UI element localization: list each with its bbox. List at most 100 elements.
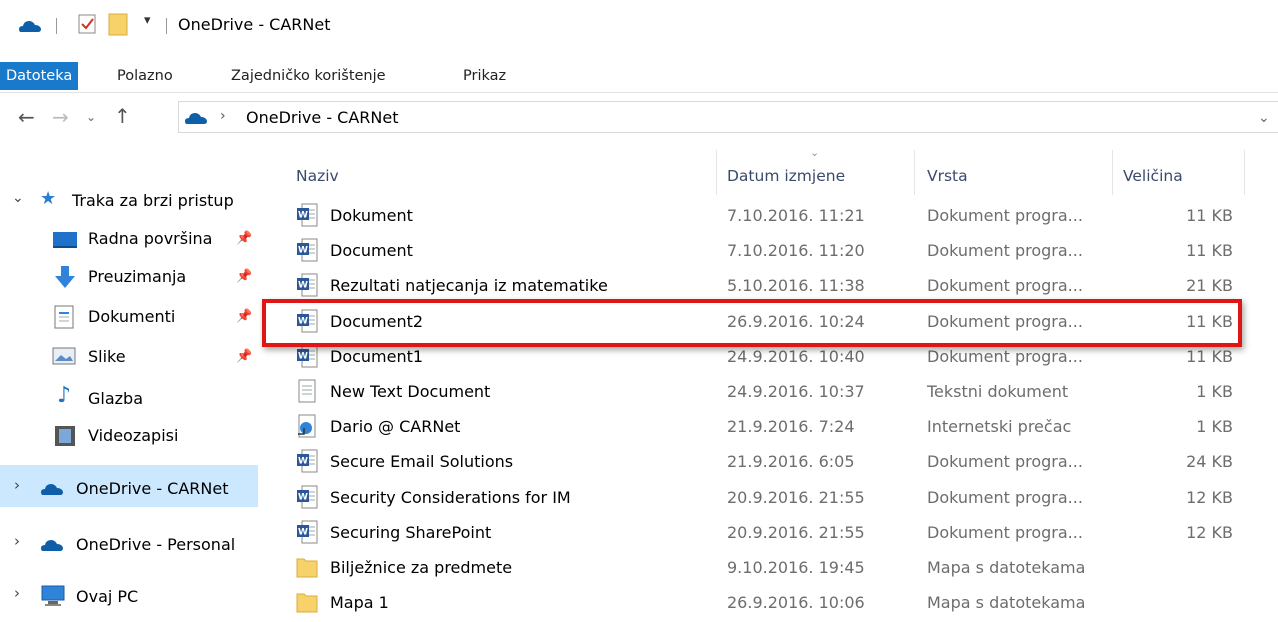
download-icon bbox=[55, 266, 75, 288]
column-header-size[interactable]: Veličina bbox=[1123, 165, 1183, 187]
word-icon: W bbox=[296, 273, 318, 301]
file-size: 12 KB bbox=[1186, 488, 1233, 507]
onedrive-icon bbox=[185, 113, 207, 124]
word-icon: W bbox=[296, 344, 318, 372]
file-date: 20.9.2016. 21:55 bbox=[727, 488, 865, 507]
onedrive-icon bbox=[41, 540, 63, 551]
file-type: Dokument progra... bbox=[927, 523, 1083, 542]
column-header-date[interactable]: Datum izmjene bbox=[727, 165, 845, 187]
file-date: 20.9.2016. 21:55 bbox=[727, 523, 865, 542]
file-name: Mapa 1 bbox=[330, 593, 389, 612]
tab-share[interactable]: Zajedničko korištenje bbox=[226, 62, 391, 90]
title-bar: ▾ OneDrive - CARNet bbox=[0, 0, 1278, 52]
column-header-name[interactable]: Naziv bbox=[296, 165, 339, 187]
tab-view[interactable]: Prikaz bbox=[458, 62, 511, 90]
file-date: 7.10.2016. 11:20 bbox=[727, 241, 865, 260]
new-folder-icon[interactable] bbox=[108, 12, 128, 36]
column-header-type[interactable]: Vrsta bbox=[927, 165, 968, 187]
svg-text:W: W bbox=[298, 457, 308, 467]
pin-icon[interactable]: 📌 bbox=[236, 231, 252, 246]
quick-access-dropdown-icon[interactable]: ▾ bbox=[144, 13, 151, 28]
pin-icon[interactable]: 📌 bbox=[236, 309, 252, 324]
star-icon: ★ bbox=[40, 188, 57, 209]
file-name: Securing SharePoint bbox=[330, 523, 492, 542]
up-arrow-icon[interactable]: ↑ bbox=[114, 106, 131, 126]
file-size: 11 KB bbox=[1186, 347, 1233, 366]
documents-icon bbox=[54, 305, 74, 329]
onedrive-icon[interactable] bbox=[18, 18, 42, 34]
address-dropdown-icon[interactable]: ⌄ bbox=[1258, 110, 1270, 126]
file-name: Secure Email Solutions bbox=[330, 452, 514, 471]
file-size: 12 KB bbox=[1186, 523, 1233, 542]
file-type: Internetski prečac bbox=[927, 417, 1072, 436]
word-icon: W bbox=[296, 485, 318, 513]
back-arrow-icon[interactable]: ← bbox=[18, 107, 35, 127]
desktop-icon bbox=[53, 232, 77, 248]
file-name: Security Considerations for IM bbox=[330, 488, 571, 507]
file-name: Document bbox=[330, 241, 413, 260]
pc-icon bbox=[41, 585, 65, 606]
recent-locations-chevron-icon[interactable]: ⌄ bbox=[86, 110, 96, 124]
sidebar-item-quick-access[interactable]: Traka za brzi pristup bbox=[72, 190, 234, 212]
sidebar-item-pictures[interactable]: Slike bbox=[88, 346, 126, 368]
file-name: Rezultati natjecanja iz matematike bbox=[330, 276, 608, 295]
sidebar-item-downloads[interactable]: Preuzimanja bbox=[88, 266, 186, 288]
expand-chevron-icon[interactable]: › bbox=[14, 532, 20, 550]
word-icon: W bbox=[296, 449, 318, 477]
text-file-icon bbox=[296, 379, 318, 407]
svg-text:W: W bbox=[298, 281, 308, 291]
file-size: 24 KB bbox=[1186, 452, 1233, 471]
pin-icon[interactable]: 📌 bbox=[236, 349, 252, 364]
folder-icon bbox=[296, 555, 318, 583]
sort-chevron-icon: ⌄ bbox=[810, 146, 820, 159]
file-date: 24.9.2016. 10:40 bbox=[727, 347, 865, 366]
breadcrumb-chevron-icon[interactable]: › bbox=[220, 108, 226, 124]
file-size: 1 KB bbox=[1196, 382, 1233, 401]
file-size: 11 KB bbox=[1186, 241, 1233, 260]
sidebar-item-documents[interactable]: Dokumenti bbox=[88, 306, 175, 328]
column-divider[interactable] bbox=[1244, 150, 1245, 195]
file-name: Bilježnice za predmete bbox=[330, 558, 513, 577]
sidebar-item-music[interactable]: Glazba bbox=[88, 388, 143, 410]
file-size: 1 KB bbox=[1196, 417, 1233, 436]
sidebar-item-onedrive-carnet[interactable]: OneDrive - CARNet bbox=[76, 478, 229, 500]
sidebar-item-onedrive-personal[interactable]: OneDrive - Personal bbox=[76, 534, 235, 556]
pictures-icon bbox=[52, 347, 76, 365]
breadcrumb-item[interactable]: OneDrive - CARNet bbox=[246, 107, 399, 129]
window-title: OneDrive - CARNet bbox=[178, 15, 331, 34]
file-date: 5.10.2016. 11:38 bbox=[727, 276, 865, 295]
column-divider[interactable] bbox=[716, 150, 717, 195]
music-icon: ♪ bbox=[57, 383, 72, 408]
file-type: Mapa s datotekama bbox=[927, 558, 1086, 577]
file-date: 21.9.2016. 6:05 bbox=[727, 452, 855, 471]
column-divider[interactable] bbox=[1112, 150, 1113, 195]
svg-text:W: W bbox=[298, 528, 308, 538]
properties-icon[interactable] bbox=[77, 13, 97, 35]
svg-text:W: W bbox=[298, 246, 308, 256]
onedrive-icon bbox=[41, 484, 63, 495]
file-type: Dokument progra... bbox=[927, 488, 1083, 507]
file-type: Dokument progra... bbox=[927, 241, 1083, 260]
file-name: Dario @ CARNet bbox=[330, 417, 461, 436]
svg-text:W: W bbox=[298, 352, 308, 362]
pin-icon[interactable]: 📌 bbox=[236, 269, 252, 284]
file-date: 21.9.2016. 7:24 bbox=[727, 417, 855, 436]
expand-chevron-icon[interactable]: › bbox=[14, 584, 20, 602]
expand-chevron-icon[interactable]: ⌄ bbox=[12, 190, 24, 206]
file-name: Dokument bbox=[330, 206, 413, 225]
highlight-box bbox=[262, 299, 1242, 347]
file-type: Dokument progra... bbox=[927, 452, 1083, 471]
tab-home[interactable]: Polazno bbox=[112, 62, 178, 90]
sidebar-item-desktop[interactable]: Radna površina bbox=[88, 228, 212, 250]
expand-chevron-icon[interactable]: › bbox=[14, 476, 20, 494]
video-icon bbox=[55, 426, 75, 446]
column-divider[interactable] bbox=[914, 150, 915, 195]
sidebar-item-this-pc[interactable]: Ovaj PC bbox=[76, 586, 138, 608]
file-size: 11 KB bbox=[1186, 206, 1233, 225]
forward-arrow-icon[interactable]: → bbox=[52, 107, 69, 127]
file-date: 9.10.2016. 19:45 bbox=[727, 558, 865, 577]
tab-file[interactable]: Datoteka bbox=[0, 62, 79, 90]
file-type: Mapa s datotekama bbox=[927, 593, 1086, 612]
sidebar-item-videos[interactable]: Videozapisi bbox=[88, 425, 178, 447]
word-icon: W bbox=[296, 238, 318, 266]
